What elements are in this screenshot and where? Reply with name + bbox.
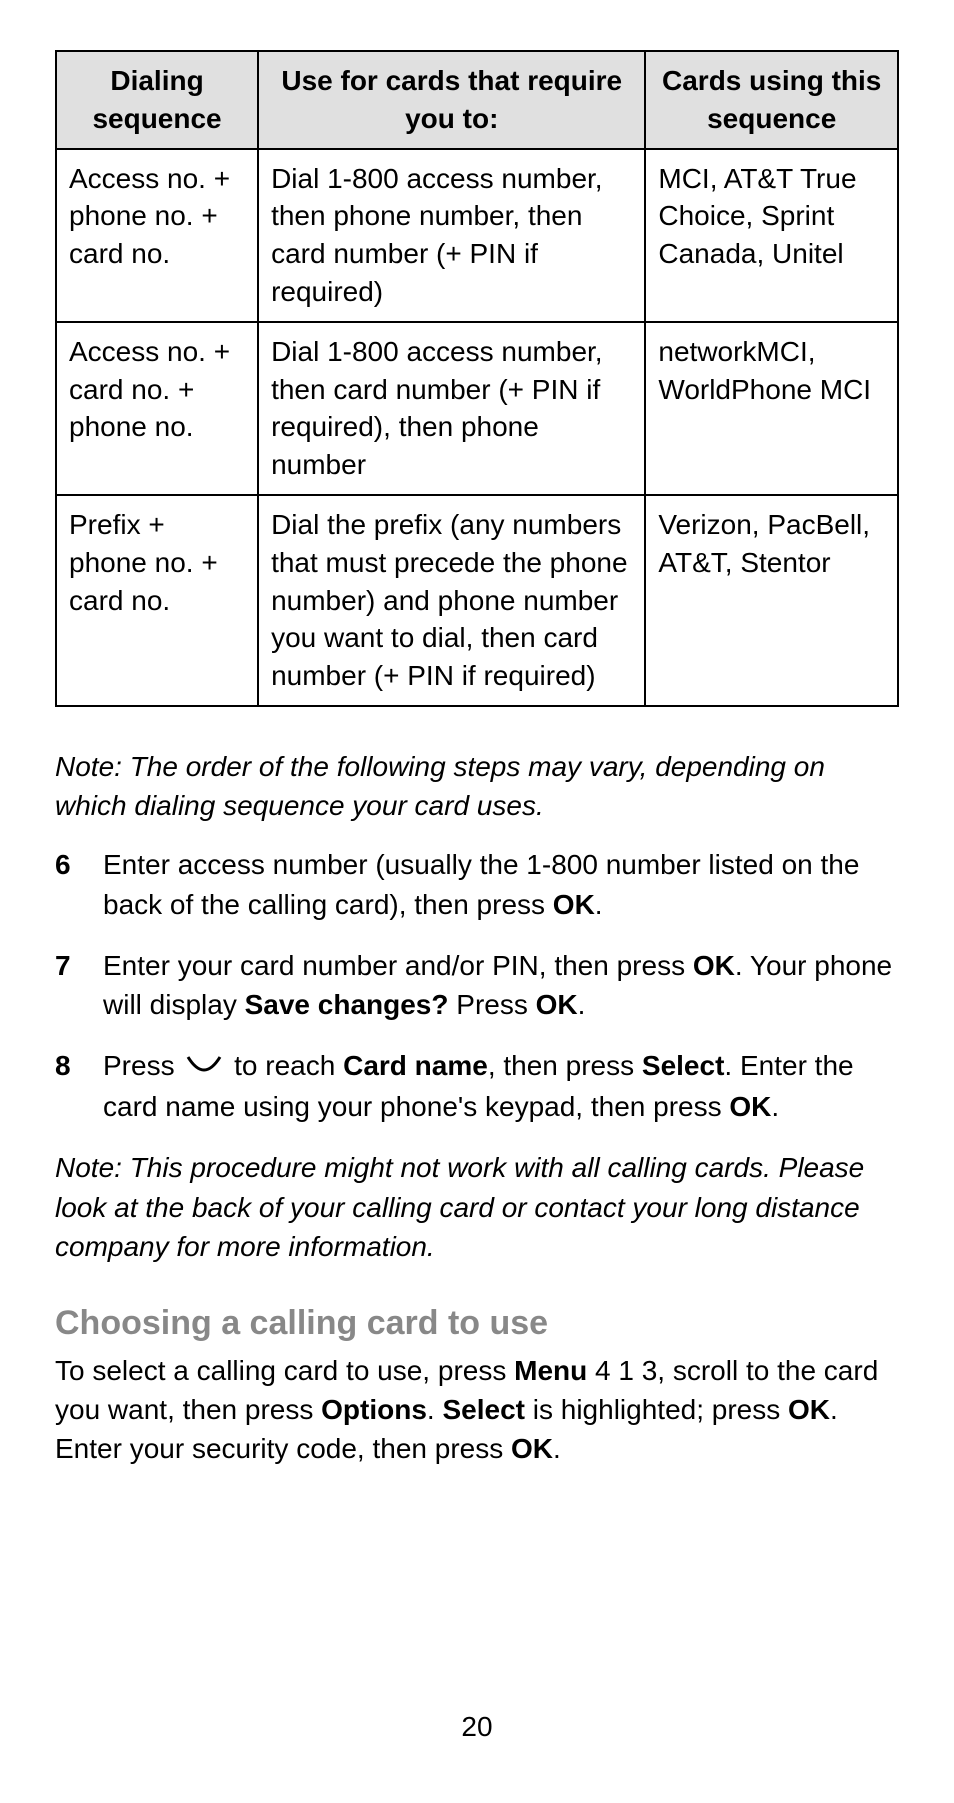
cell-cards: Verizon, PacBell, AT&T, Stentor bbox=[645, 495, 898, 706]
table-row: Access no. + phone no. + card no. Dial 1… bbox=[56, 149, 898, 322]
step-7: 7 Enter your card number and/or PIN, the… bbox=[55, 946, 899, 1024]
step-8: 8 Press to reach Card name, then press S… bbox=[55, 1046, 899, 1126]
key-select: Select bbox=[442, 1394, 525, 1425]
step-text: , then press bbox=[488, 1050, 642, 1081]
cell-use: Dial the prefix (any numbers that must p… bbox=[258, 495, 645, 706]
para-text: To select a calling card to use, press bbox=[55, 1355, 514, 1386]
cell-sequence: Access no. + phone no. + card no. bbox=[56, 149, 258, 322]
note-order: Note: The order of the following steps m… bbox=[55, 747, 899, 825]
step-number: 6 bbox=[55, 845, 71, 884]
key-select: Select bbox=[642, 1050, 725, 1081]
page-number: 20 bbox=[0, 1711, 954, 1743]
label-card-name: Card name bbox=[343, 1050, 488, 1081]
key-ok: OK bbox=[553, 889, 595, 920]
key-ok: OK bbox=[693, 950, 735, 981]
section-heading: Choosing a calling card to use bbox=[55, 1304, 899, 1343]
col-header-sequence: Dialing sequence bbox=[56, 51, 258, 149]
cell-sequence: Prefix + phone no. + card no. bbox=[56, 495, 258, 706]
prompt-save-changes: Save changes? bbox=[245, 989, 449, 1020]
step-text: . bbox=[771, 1091, 779, 1122]
cell-use: Dial 1-800 access number, then card numb… bbox=[258, 322, 645, 495]
table-row: Access no. + card no. + phone no. Dial 1… bbox=[56, 322, 898, 495]
cell-cards: MCI, AT&T True Choice, Sprint Canada, Un… bbox=[645, 149, 898, 322]
para-text: . bbox=[427, 1394, 443, 1425]
cell-sequence: Access no. + card no. + phone no. bbox=[56, 322, 258, 495]
col-header-use: Use for cards that require you to: bbox=[258, 51, 645, 149]
key-options: Options bbox=[321, 1394, 427, 1425]
col-header-cards: Cards using this sequence bbox=[645, 51, 898, 149]
key-ok: OK bbox=[788, 1394, 830, 1425]
key-ok: OK bbox=[729, 1091, 771, 1122]
para-text: is highlighted; press bbox=[525, 1394, 788, 1425]
step-number: 8 bbox=[55, 1046, 71, 1085]
choosing-card-paragraph: To select a calling card to use, press M… bbox=[55, 1351, 899, 1469]
step-text: Enter your card number and/or PIN, then … bbox=[103, 950, 693, 981]
dialing-sequence-table: Dialing sequence Use for cards that requ… bbox=[55, 50, 899, 707]
scroll-down-icon bbox=[186, 1048, 222, 1087]
step-text: . bbox=[578, 989, 586, 1020]
cell-cards: networkMCI, WorldPhone MCI bbox=[645, 322, 898, 495]
step-text: . bbox=[595, 889, 603, 920]
step-text: Enter access number (usually the 1-800 n… bbox=[103, 849, 859, 919]
step-text: Press bbox=[103, 1050, 182, 1081]
key-ok: OK bbox=[511, 1433, 553, 1464]
key-ok: OK bbox=[536, 989, 578, 1020]
step-6: 6 Enter access number (usually the 1-800… bbox=[55, 845, 899, 923]
cell-use: Dial 1-800 access number, then phone num… bbox=[258, 149, 645, 322]
table-row: Prefix + phone no. + card no. Dial the p… bbox=[56, 495, 898, 706]
page-content: Dialing sequence Use for cards that requ… bbox=[55, 50, 899, 1469]
key-menu: Menu bbox=[514, 1355, 587, 1386]
note-procedure: Note: This procedure might not work with… bbox=[55, 1148, 899, 1266]
step-number: 7 bbox=[55, 946, 71, 985]
step-text: to reach bbox=[226, 1050, 343, 1081]
para-text: . bbox=[553, 1433, 561, 1464]
steps-list: 6 Enter access number (usually the 1-800… bbox=[55, 845, 899, 1126]
step-text: Press bbox=[448, 989, 535, 1020]
